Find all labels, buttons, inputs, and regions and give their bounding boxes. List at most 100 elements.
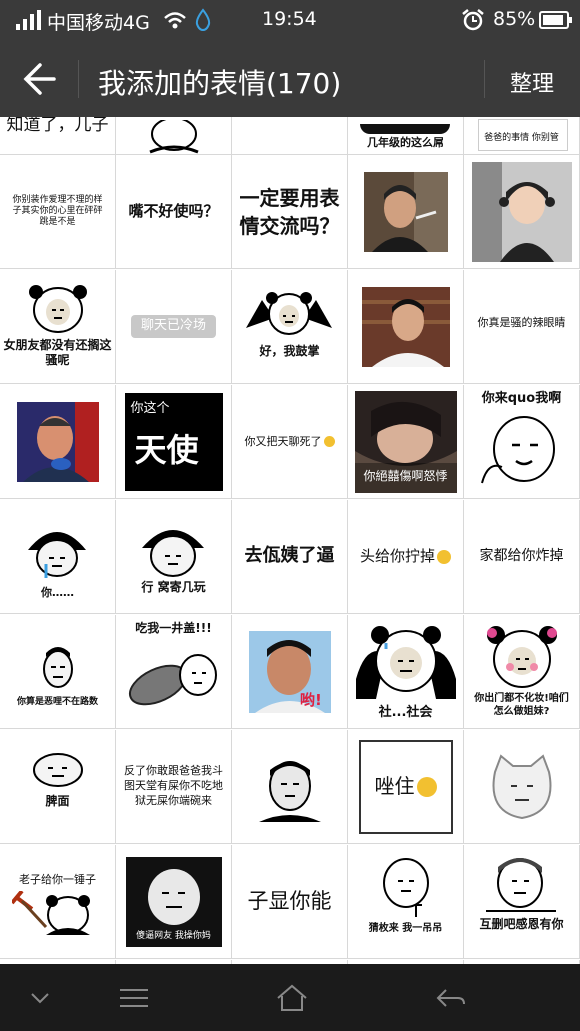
- sticker-cell[interactable]: 哟!: [232, 615, 348, 729]
- sticker-cell[interactable]: [232, 117, 348, 155]
- sticker-cell[interactable]: 头给你拧掉: [348, 500, 464, 614]
- divider: [484, 60, 485, 98]
- sticker-caption: 天使: [134, 430, 199, 469]
- sticker-cell[interactable]: 你来quo我啊: [464, 385, 580, 499]
- sticker-caption: 你絕囍傷啊怒悸: [363, 469, 448, 483]
- sticker-caption: 子显你能: [247, 889, 332, 914]
- sticker-cell[interactable]: 你这个 天使: [116, 385, 232, 499]
- sticker-caption: 你算是恶哩不在路数: [16, 697, 98, 707]
- sticker-caption: 社...社会: [378, 705, 433, 720]
- sticker-caption: 你真是骚的辣眼睛: [477, 316, 566, 329]
- sticker-cell[interactable]: [464, 155, 580, 269]
- sticker-cell[interactable]: [116, 117, 232, 155]
- sticker-cell[interactable]: 嘴不好使吗？: [116, 155, 232, 269]
- emoji-icon: [437, 549, 451, 564]
- sticker-cell[interactable]: 行 窝寄几玩: [116, 500, 232, 614]
- menu-icon[interactable]: [114, 982, 154, 1014]
- meme-face-icon: [383, 858, 429, 917]
- sticker-caption: 行 窝寄几玩: [141, 580, 206, 594]
- sticker-caption-wrap: 头给你拧掉: [360, 547, 451, 566]
- sticker-caption: 你别装作爱理不理的样子其实你的心里在砰砰跳是不是: [12, 194, 103, 228]
- meme-face-icon: [43, 647, 73, 688]
- sticker-image: 唑住: [358, 739, 453, 834]
- wifi-icon: [164, 12, 186, 29]
- back-icon[interactable]: [430, 982, 470, 1014]
- sticker-cell[interactable]: 你真是骚的辣眼睛: [464, 270, 580, 384]
- sticker-cell[interactable]: 互删吧感恩有你: [464, 845, 580, 959]
- panda-face-icon: [29, 285, 87, 333]
- sticker-caption: 知道了，儿子: [6, 117, 109, 135]
- emoji-icon: [416, 776, 437, 797]
- page-title: 我添加的表情(170): [98, 67, 342, 100]
- sticker-caption: 家都给你炸掉: [479, 547, 564, 564]
- home-icon[interactable]: [272, 982, 312, 1014]
- panda-hammer-icon: [12, 891, 90, 935]
- sticker-cell[interactable]: 几年级的这么屌: [348, 117, 464, 155]
- sticker-caption: 吃我一井盖!!!: [135, 621, 212, 635]
- meme-face-icon: [33, 753, 83, 787]
- sticker-caption: 头给你拧掉: [359, 547, 435, 566]
- sticker-caption: 唑住: [374, 774, 415, 798]
- sticker-caption: 一定要用表情交流吗？: [239, 185, 340, 238]
- sticker-cell[interactable]: 脾面: [0, 730, 116, 844]
- emoji-icon: [323, 436, 335, 448]
- sticker-cell[interactable]: 老子给你一锤子: [0, 845, 116, 959]
- sticker-cell[interactable]: 社...社会: [348, 615, 464, 729]
- sticker-cell[interactable]: 一定要用表情交流吗？: [232, 155, 348, 269]
- sticker-cell[interactable]: [348, 270, 464, 384]
- sticker-cell[interactable]: 你别装作爱理不理的样子其实你的心里在砰砰跳是不是: [0, 155, 116, 269]
- sticker-cell[interactable]: 你又把天聊死了: [232, 385, 348, 499]
- sticker-caption: 去佤姨了逼: [244, 545, 335, 567]
- man-photo-icon: [363, 171, 448, 252]
- sticker-caption: 女朋友都没有还搁这骚呢: [3, 338, 112, 367]
- sticker-cell[interactable]: 知道了，儿子: [0, 117, 116, 155]
- sticker-cell[interactable]: 唑住: [348, 730, 464, 844]
- sticker-caption: 你这个: [130, 400, 170, 416]
- sticker-cell[interactable]: 你出门都不化妆!咱们怎么做姐妹?: [464, 615, 580, 729]
- alarm-icon: [462, 9, 484, 31]
- sticker-cell[interactable]: 猜枚来 我一吊吊: [348, 845, 464, 959]
- status-bar: 中国移动4G 19:54 85%: [0, 0, 580, 40]
- sticker-caption-wrap: 你又把天聊死了: [245, 435, 335, 449]
- meme-face-icon: [481, 416, 555, 484]
- battery-label: 85%: [493, 8, 536, 30]
- sticker-cell[interactable]: 你……: [0, 500, 116, 614]
- sticker-cell[interactable]: 爸爸的事情 你别管: [464, 117, 580, 155]
- mushroom-head-face-icon: [142, 530, 204, 577]
- manage-button[interactable]: 整理: [510, 66, 554, 98]
- sticker-caption: 老子给你一锤子: [19, 873, 96, 886]
- sticker-cell[interactable]: 好，我鼓掌: [232, 270, 348, 384]
- sticker-cell[interactable]: 你絕囍傷啊怒悸: [348, 385, 464, 499]
- panda-face-icon: [487, 626, 557, 688]
- sticker-caption: 几年级的这么屌: [367, 136, 444, 150]
- man-photo-icon: [16, 401, 99, 482]
- man-photo-icon: [361, 286, 450, 367]
- sticker-cell[interactable]: [232, 730, 348, 844]
- sticker-cell[interactable]: 子显你能: [232, 845, 348, 959]
- sticker-cell[interactable]: 吃我一井盖!!!: [116, 615, 232, 729]
- sticker-grid: 知道了，儿子 几年级的这么屌 爸爸的事情 你别管 你别装作爱理不理的样子其实你的…: [0, 117, 580, 964]
- man-face-icon: [258, 760, 321, 822]
- back-arrow-icon[interactable]: [20, 60, 60, 98]
- sticker-caption: 你……: [41, 586, 74, 599]
- sticker-cell[interactable]: 傻逼网友 我操你妈: [116, 845, 232, 959]
- sticker-caption: 你又把天聊死了: [244, 434, 322, 448]
- sticker-caption: 聊天已冷场: [130, 315, 216, 338]
- sticker-caption: 猜枚来 我一吊吊: [368, 923, 443, 934]
- sticker-cell[interactable]: 你算是恶哩不在路数: [0, 615, 116, 729]
- sticker-cell[interactable]: 去佤姨了逼: [232, 500, 348, 614]
- sticker-cell[interactable]: [0, 385, 116, 499]
- sticker-cell[interactable]: 反了你敢跟爸爸我斗图天堂有屎你不吃地狱无屎你端碗来: [116, 730, 232, 844]
- sticker-caption: 互删吧感恩有你: [479, 917, 564, 931]
- chevron-down-icon[interactable]: [20, 982, 60, 1014]
- child-photo-icon: [471, 161, 572, 262]
- sticker-caption: 好，我鼓掌: [259, 344, 320, 358]
- sticker-cell[interactable]: [348, 155, 464, 269]
- sticker-cell[interactable]: 家都给你炸掉: [464, 500, 580, 614]
- sticker-cell[interactable]: 聊天已冷场: [116, 270, 232, 384]
- sticker-cell[interactable]: [464, 730, 580, 844]
- system-nav-bar: [0, 964, 580, 1031]
- battery-icon: [539, 11, 572, 29]
- divider: [78, 60, 79, 98]
- sticker-cell[interactable]: 女朋友都没有还搁这骚呢: [0, 270, 116, 384]
